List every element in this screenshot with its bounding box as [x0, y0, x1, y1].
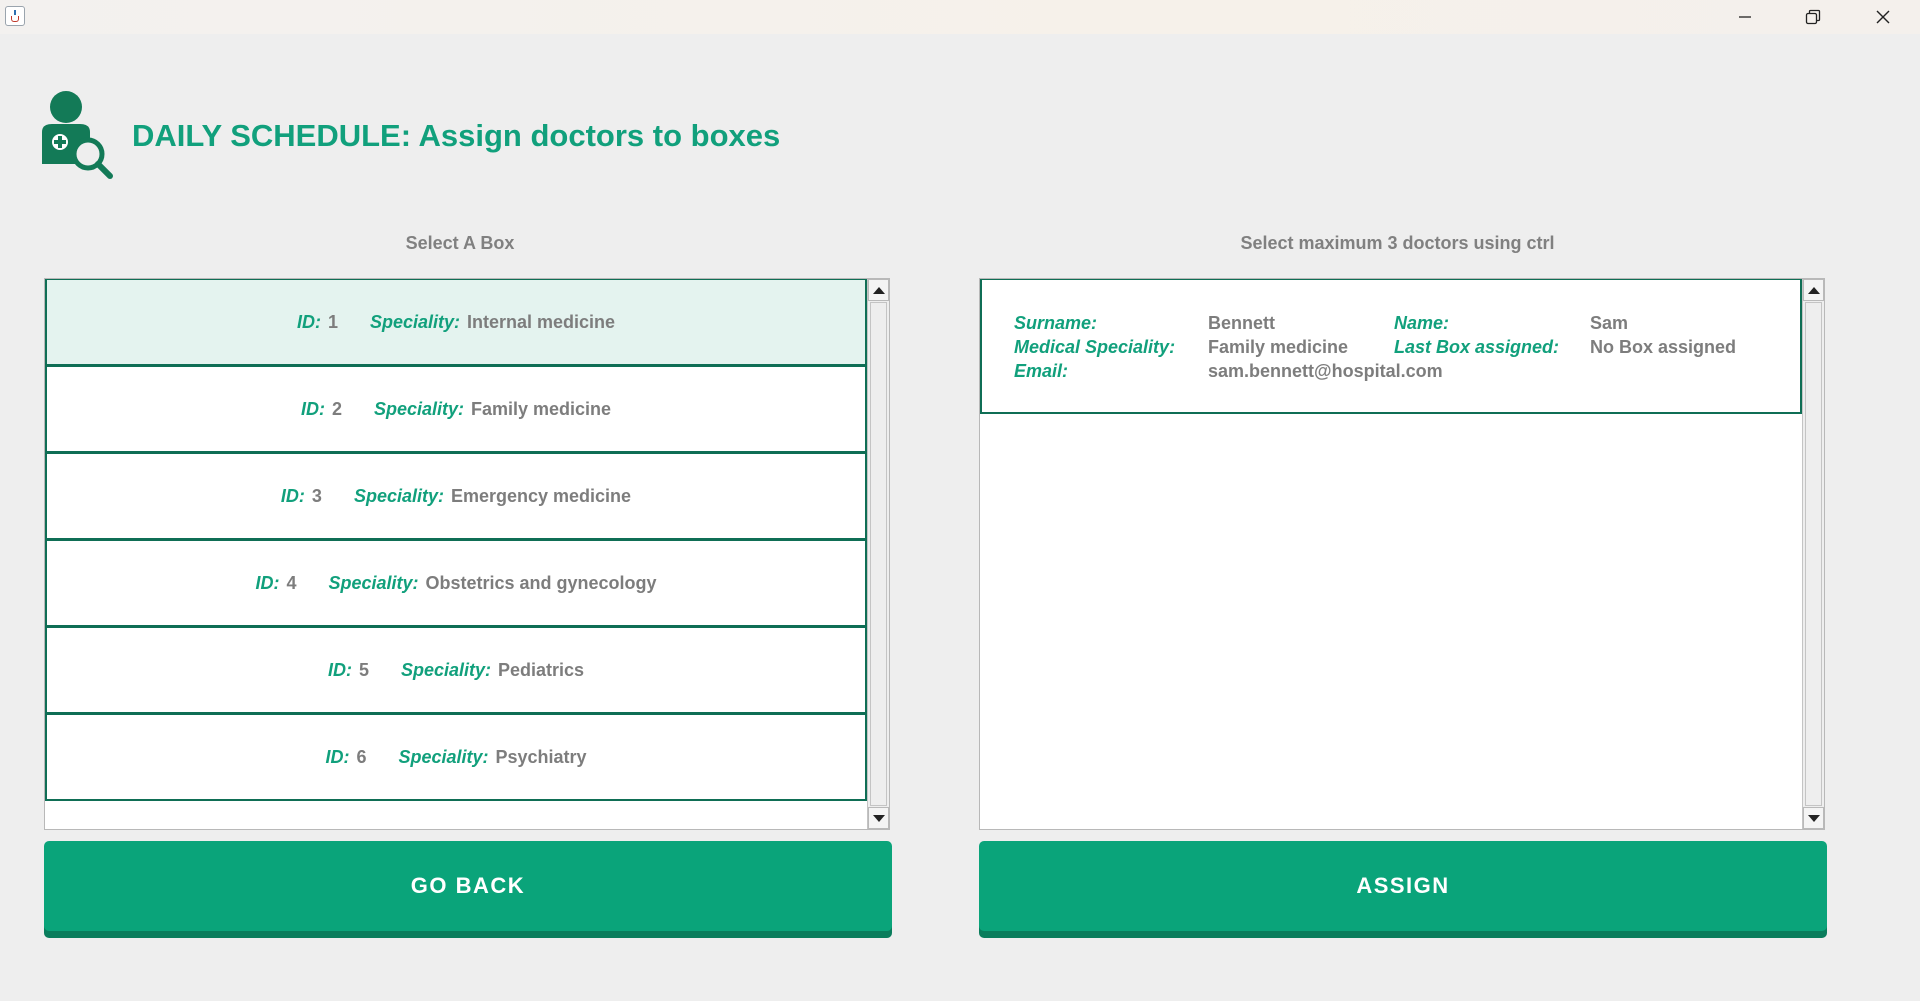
speciality-label: Speciality:	[328, 572, 419, 593]
id-label: ID:	[280, 485, 305, 506]
box-id: 6	[356, 746, 367, 767]
box-list-item[interactable]: ID: 3 Speciality: Emergency medicine	[45, 453, 867, 540]
doctor-list-item[interactable]: Surname: Bennett Name: Sam Medical Speci…	[980, 279, 1802, 414]
box-id: 1	[327, 311, 338, 332]
box-list-item[interactable]: ID: 4 Speciality: Obstetrics and gynecology	[45, 540, 867, 627]
doctor-list-scrollbar[interactable]	[1802, 279, 1824, 829]
speciality-label: Speciality:	[398, 746, 489, 767]
scroll-thumb[interactable]	[870, 302, 887, 806]
name-label: Name:	[1394, 313, 1450, 333]
doctor-speciality: Family medicine	[1208, 337, 1349, 357]
assign-button[interactable]: ASSIGN	[979, 841, 1827, 931]
box-id: 5	[358, 659, 369, 680]
box-list-item[interactable]: ID: 1 Speciality: Internal medicine	[45, 279, 867, 366]
speciality-label: Speciality:	[369, 311, 460, 332]
box-list-label: Select A Box	[405, 233, 515, 253]
box-id: 4	[286, 572, 297, 593]
scroll-down-icon[interactable]	[868, 807, 889, 829]
scroll-thumb[interactable]	[1805, 302, 1822, 806]
window-titlebar	[0, 0, 1920, 34]
speciality-label: Speciality:	[400, 659, 491, 680]
id-label: ID:	[296, 311, 321, 332]
box-speciality: Obstetrics and gynecology	[425, 572, 657, 593]
box-list-item[interactable]: ID: 5 Speciality: Pediatrics	[45, 627, 867, 714]
box-list-item[interactable]: ID: 6 Speciality: Psychiatry	[45, 714, 867, 801]
minimize-icon[interactable]	[1710, 0, 1780, 34]
scroll-up-icon[interactable]	[868, 279, 889, 301]
box-id: 3	[311, 485, 322, 506]
java-app-icon	[5, 6, 25, 26]
id-label: ID:	[327, 659, 352, 680]
doctor-list-label: Select maximum 3 doctors using ctrl	[1240, 233, 1555, 253]
box-list[interactable]: ID: 1 Speciality: Internal medicine ID: 2 Spe…	[44, 278, 890, 830]
restore-icon[interactable]	[1778, 0, 1848, 34]
go-back-button[interactable]: GO BACK	[44, 841, 892, 931]
scroll-up-icon[interactable]	[1803, 279, 1824, 301]
id-label: ID:	[325, 746, 350, 767]
doctor-last-box: No Box assigned	[1590, 337, 1737, 357]
close-icon[interactable]	[1848, 0, 1918, 34]
box-list-scrollbar[interactable]	[867, 279, 889, 829]
scroll-down-icon[interactable]	[1803, 807, 1824, 829]
id-label: ID:	[255, 572, 280, 593]
speciality-label: Speciality:	[353, 485, 444, 506]
doctor-surname: Bennett	[1208, 313, 1275, 333]
page-title: DAILY SCHEDULE: Assign doctors to boxes	[132, 118, 781, 153]
speciality-label: Speciality:	[373, 398, 464, 419]
medical-speciality-label: Medical Speciality:	[1014, 337, 1176, 357]
email-label: Email:	[1014, 361, 1069, 381]
surname-label: Surname:	[1014, 313, 1098, 333]
box-speciality: Pediatrics	[498, 659, 585, 680]
box-speciality: Emergency medicine	[450, 485, 632, 506]
box-speciality: Internal medicine	[467, 311, 616, 332]
doctor-email: sam.bennett@hospital.com	[1208, 361, 1443, 381]
id-label: ID:	[300, 398, 325, 419]
box-id: 2	[331, 398, 342, 419]
doctor-name: Sam	[1590, 313, 1629, 333]
box-speciality: Family medicine	[471, 398, 612, 419]
doctor-search-icon	[40, 90, 114, 182]
box-speciality: Psychiatry	[495, 746, 587, 767]
doctor-list[interactable]: Surname: Bennett Name: Sam Medical Speci…	[979, 278, 1825, 830]
last-box-label: Last Box assigned:	[1394, 337, 1560, 357]
box-list-item[interactable]: ID: 2 Speciality: Family medicine	[45, 366, 867, 453]
